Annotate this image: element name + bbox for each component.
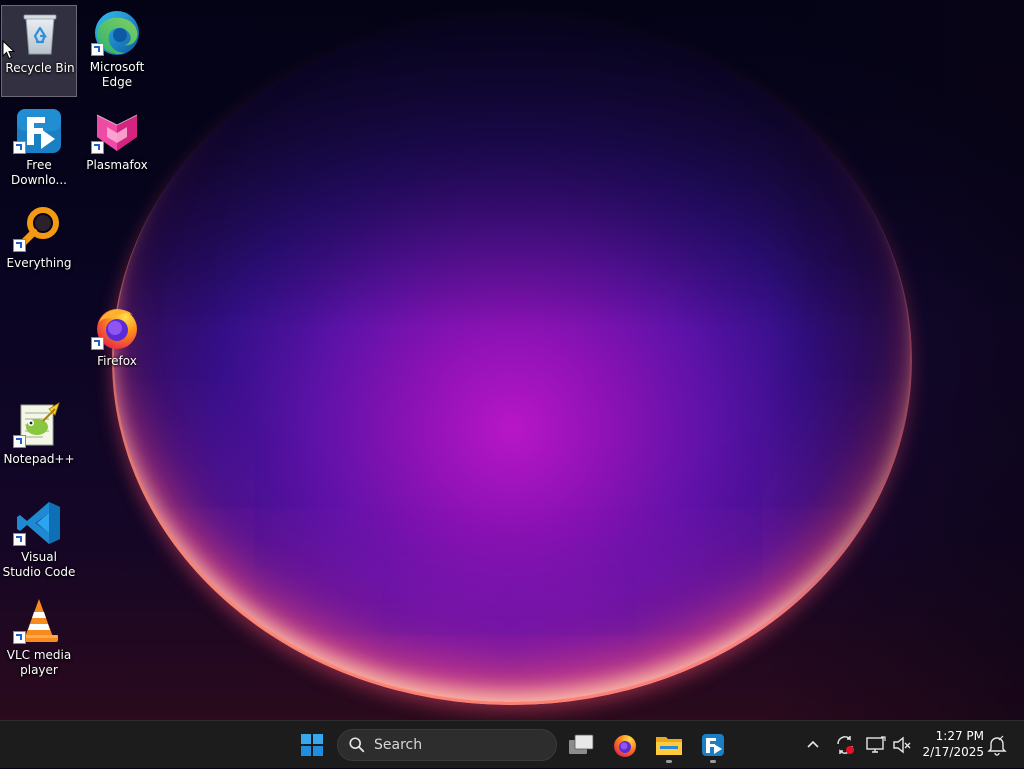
windows-start-icon: [301, 734, 323, 756]
start-button[interactable]: [292, 725, 332, 765]
task-view-icon: [569, 734, 594, 754]
recycle-bin-icon: [23, 14, 57, 55]
desktop-icon-vlc-media-player[interactable]: VLC media player: [1, 593, 77, 685]
magnifier-icon: [349, 737, 365, 753]
shortcut-arrow-icon: [13, 533, 26, 546]
shortcut-arrow-icon: [13, 631, 26, 644]
firefox-icon: [614, 735, 636, 757]
search-placeholder: Search: [374, 737, 423, 753]
shortcut-arrow-icon: [13, 435, 26, 448]
shortcut-arrow-icon: [13, 239, 26, 252]
shortcut-arrow-icon: [91, 43, 104, 56]
taskbar-search-box[interactable]: Search: [337, 729, 557, 761]
shortcut-arrow-icon: [13, 141, 26, 154]
desktop-icon-label: Free Downlo...: [11, 158, 67, 187]
desktop-icon-plasmafox[interactable]: Plasmafox: [79, 103, 155, 195]
taskbar-task-view-button[interactable]: [561, 725, 601, 765]
desktop-icon-free-download-manager[interactable]: Free Downlo...: [1, 103, 77, 195]
notification-center-button[interactable]: [985, 733, 1009, 757]
desktop-icon-firefox[interactable]: Firefox: [79, 299, 155, 391]
free-download-manager-icon: [702, 734, 724, 756]
running-indicator: [666, 760, 672, 763]
desktop-icon-notepad-plus-plus[interactable]: Notepad++: [1, 397, 77, 489]
mouse-cursor-icon: [2, 40, 16, 60]
wallpaper-haze-right: [764, 0, 1024, 720]
sync-error-icon: [837, 736, 854, 754]
taskbar-file-explorer-button[interactable]: [649, 725, 689, 765]
desktop-icon-label: Everything: [6, 256, 72, 270]
taskbar-clock[interactable]: 1:27 PM 2/17/2025: [904, 728, 984, 760]
desktop-icon-everything[interactable]: Everything: [1, 201, 77, 293]
desktop-icon-label: Recycle Bin: [5, 61, 75, 75]
tray-sync-status[interactable]: [833, 733, 857, 757]
taskbar: Search 1:27 PM 2/17/2025: [0, 720, 1024, 768]
shortcut-arrow-icon: [91, 141, 104, 154]
desktop-wallpaper[interactable]: Recycle Bin Microsoft Edge Free Downlo..…: [0, 0, 1024, 720]
show-hidden-icons-button[interactable]: [801, 733, 825, 757]
desktop-icon-label: Notepad++: [3, 452, 75, 466]
desktop-icon-label: Microsoft Edge: [89, 60, 145, 89]
chevron-up-icon: [807, 740, 819, 748]
taskbar-free-download-manager-button[interactable]: [693, 725, 733, 765]
shortcut-arrow-icon: [91, 337, 104, 350]
desktop-icon-label: VLC media player: [6, 648, 72, 677]
running-indicator: [710, 760, 716, 763]
notification-icon: [987, 735, 1007, 756]
taskbar-firefox-button[interactable]: [605, 725, 645, 765]
clock-time: 1:27 PM: [935, 729, 984, 743]
network-icon: [866, 736, 886, 753]
file-explorer-icon: [656, 737, 682, 755]
tray-network[interactable]: [864, 733, 888, 757]
clock-date: 2/17/2025: [922, 745, 984, 759]
desktop-icon-microsoft-edge[interactable]: Microsoft Edge: [79, 5, 155, 97]
desktop-icon-label: Visual Studio Code: [2, 550, 76, 579]
desktop-icon-label: Plasmafox: [86, 158, 148, 172]
desktop-icon-label: Firefox: [97, 354, 137, 368]
desktop-icon-visual-studio-code[interactable]: Visual Studio Code: [1, 495, 77, 587]
